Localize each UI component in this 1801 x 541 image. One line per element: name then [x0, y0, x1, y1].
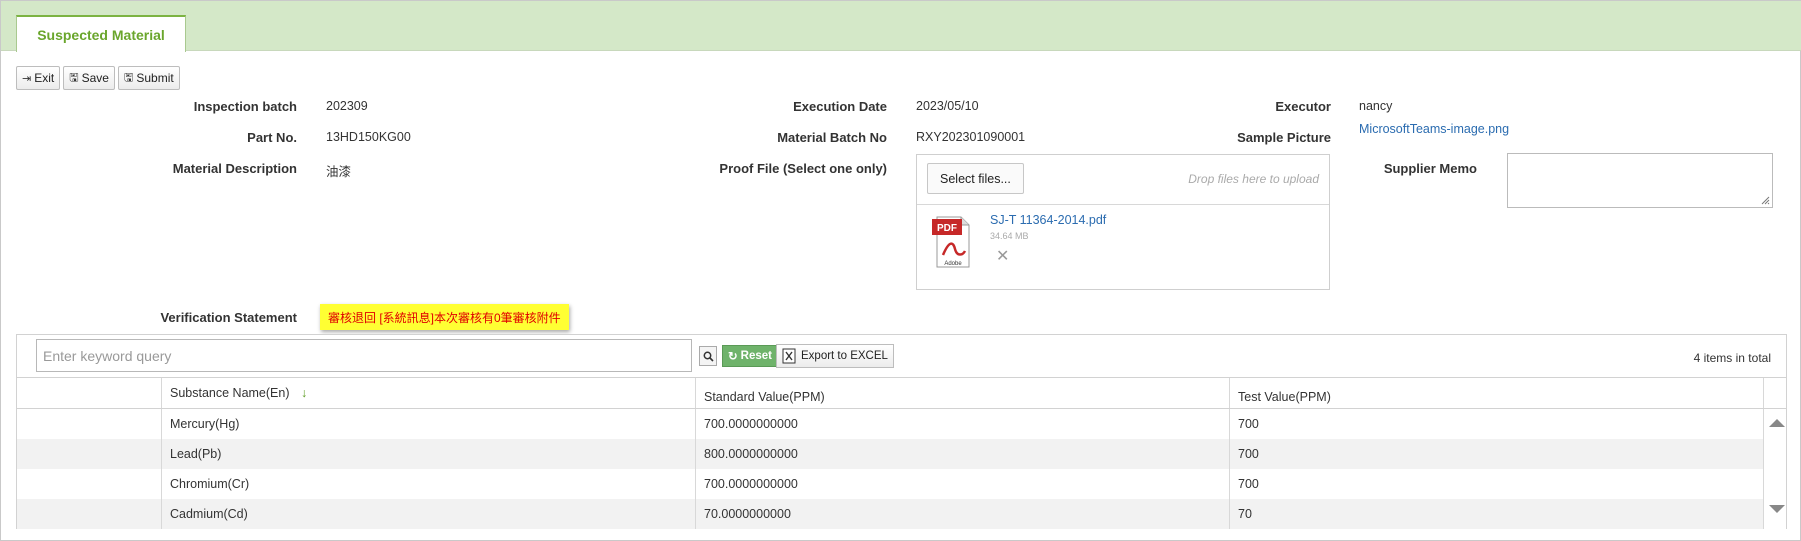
- cell-test-value: 700: [1230, 469, 1764, 499]
- submit-label: Submit: [136, 71, 174, 85]
- table-row[interactable]: Mercury(Hg) 700.0000000000 700: [17, 409, 1764, 439]
- search-input[interactable]: [36, 339, 692, 372]
- cell-standard-value: 700.0000000000: [696, 469, 1230, 499]
- reset-button[interactable]: ↻ Reset: [722, 345, 778, 367]
- cell-substance-name: Lead(Pb): [162, 439, 696, 469]
- exit-label: Exit: [34, 71, 55, 85]
- supplier-memo-input[interactable]: [1507, 153, 1773, 208]
- grid-toolbar: ↻ Reset Export to EXCEL 4 items in total: [17, 335, 1786, 378]
- cell-substance-name: Cadmium(Cd): [162, 499, 696, 529]
- material-description-value: 油漆: [326, 165, 352, 179]
- select-files-button[interactable]: Select files...: [927, 163, 1024, 194]
- reset-label: Reset: [740, 350, 772, 362]
- export-label: Export to EXCEL: [801, 350, 888, 362]
- exit-button[interactable]: ⇥ Exit: [16, 66, 61, 90]
- row-blank: [17, 499, 162, 529]
- scroll-down-icon[interactable]: [1769, 505, 1785, 513]
- table-row[interactable]: Chromium(Cr) 700.0000000000 700: [17, 469, 1764, 499]
- execution-date-value: 2023/05/10: [916, 99, 979, 113]
- scroll-up-icon[interactable]: [1769, 419, 1785, 427]
- remove-file-icon[interactable]: ✕: [996, 246, 1009, 266]
- table-row[interactable]: Lead(Pb) 800.0000000000 700: [17, 439, 1764, 469]
- substance-grid: ↻ Reset Export to EXCEL 4 items in total…: [16, 334, 1787, 529]
- submit-icon: 🖫: [123, 71, 134, 84]
- cell-test-value: 70: [1230, 499, 1764, 529]
- page-frame: Suspected Material ⇥ Exit 🖫 Save 🖫 Submi…: [0, 0, 1801, 541]
- save-label: Save: [81, 71, 109, 85]
- executor-value: nancy: [1359, 99, 1393, 113]
- tab-bar: Suspected Material: [1, 1, 1801, 52]
- cell-standard-value: 700.0000000000: [696, 409, 1230, 439]
- header-standard-value[interactable]: Standard Value(PPM): [696, 378, 1230, 408]
- drop-hint: Drop files here to upload: [1188, 172, 1319, 186]
- inspection-batch-value: 202309: [326, 99, 368, 113]
- total-count: 4 items in total: [1693, 351, 1771, 365]
- uploaded-file-size: 34.64 MB: [990, 231, 1029, 241]
- sample-picture-link[interactable]: MicrosoftTeams-image.png: [1359, 122, 1509, 136]
- grid-body: Mercury(Hg) 700.0000000000 700 Lead(Pb) …: [17, 409, 1764, 529]
- save-button[interactable]: 🖫 Save: [63, 66, 115, 90]
- cell-standard-value: 70.0000000000: [696, 499, 1230, 529]
- uploaded-file-link[interactable]: SJ-T 11364-2014.pdf: [990, 213, 1106, 227]
- cell-test-value: 700: [1230, 409, 1764, 439]
- part-no-value: 13HD150KG00: [326, 130, 411, 144]
- row-blank: [17, 469, 162, 499]
- floppy-disk-icon: 🖫: [69, 71, 79, 84]
- header-test-value[interactable]: Test Value(PPM): [1230, 378, 1764, 408]
- material-description-label: Material Description: [172, 161, 297, 176]
- cell-substance-name: Mercury(Hg): [162, 409, 696, 439]
- adobe-label: Adobe: [944, 261, 962, 267]
- refresh-icon: ↻: [728, 351, 738, 363]
- row-blank: [17, 439, 162, 469]
- proof-file-upload[interactable]: Select files... Drop files here to uploa…: [916, 154, 1330, 290]
- material-batch-no-label: Material Batch No: [777, 130, 887, 145]
- supplier-memo-label: Supplier Memo: [1383, 161, 1477, 176]
- part-no-label: Part No.: [247, 130, 297, 145]
- inspection-batch-label: Inspection batch: [193, 99, 297, 114]
- executor-label: Executor: [1275, 99, 1331, 114]
- grid-header: Substance Name(En) ↓ Standard Value(PPM)…: [17, 378, 1786, 409]
- cell-standard-value: 800.0000000000: [696, 439, 1230, 469]
- export-excel-button[interactable]: Export to EXCEL: [776, 344, 894, 368]
- submit-button[interactable]: 🖫 Submit: [117, 66, 180, 90]
- pdf-icon: PDF Adobe: [932, 216, 970, 268]
- table-row[interactable]: Cadmium(Cd) 70.0000000000 70: [17, 499, 1764, 529]
- toolbar: ⇥ Exit 🖫 Save 🖫 Submit: [16, 66, 180, 90]
- header-substance-name-label: Substance Name(En): [170, 386, 290, 400]
- row-blank: [17, 409, 162, 439]
- cell-substance-name: Chromium(Cr): [162, 469, 696, 499]
- header-blank: [17, 378, 162, 408]
- upload-header: Select files... Drop files here to uploa…: [917, 155, 1329, 205]
- verification-statement-badge: 審核退回 [系統訊息]本次審核有0筆審核附件: [320, 304, 569, 330]
- search-icon[interactable]: [699, 346, 717, 366]
- exit-icon: ⇥: [22, 72, 32, 85]
- resize-grip-icon[interactable]: [1761, 196, 1770, 205]
- execution-date-label: Execution Date: [793, 99, 887, 114]
- tab-suspected-material[interactable]: Suspected Material: [16, 15, 186, 52]
- cell-test-value: 700: [1230, 439, 1764, 469]
- excel-icon: [782, 348, 796, 364]
- vertical-scrollbar[interactable]: [1764, 409, 1786, 529]
- verification-statement-label: Verification Statement: [160, 310, 297, 325]
- sort-down-icon[interactable]: ↓: [301, 386, 307, 400]
- proof-file-label: Proof File (Select one only): [719, 161, 887, 176]
- sample-picture-label: Sample Picture: [1237, 130, 1331, 145]
- material-batch-no-value: RXY202301090001: [916, 130, 1026, 144]
- pdf-icon-text: PDF: [937, 223, 957, 234]
- header-substance-name[interactable]: Substance Name(En) ↓: [162, 378, 696, 408]
